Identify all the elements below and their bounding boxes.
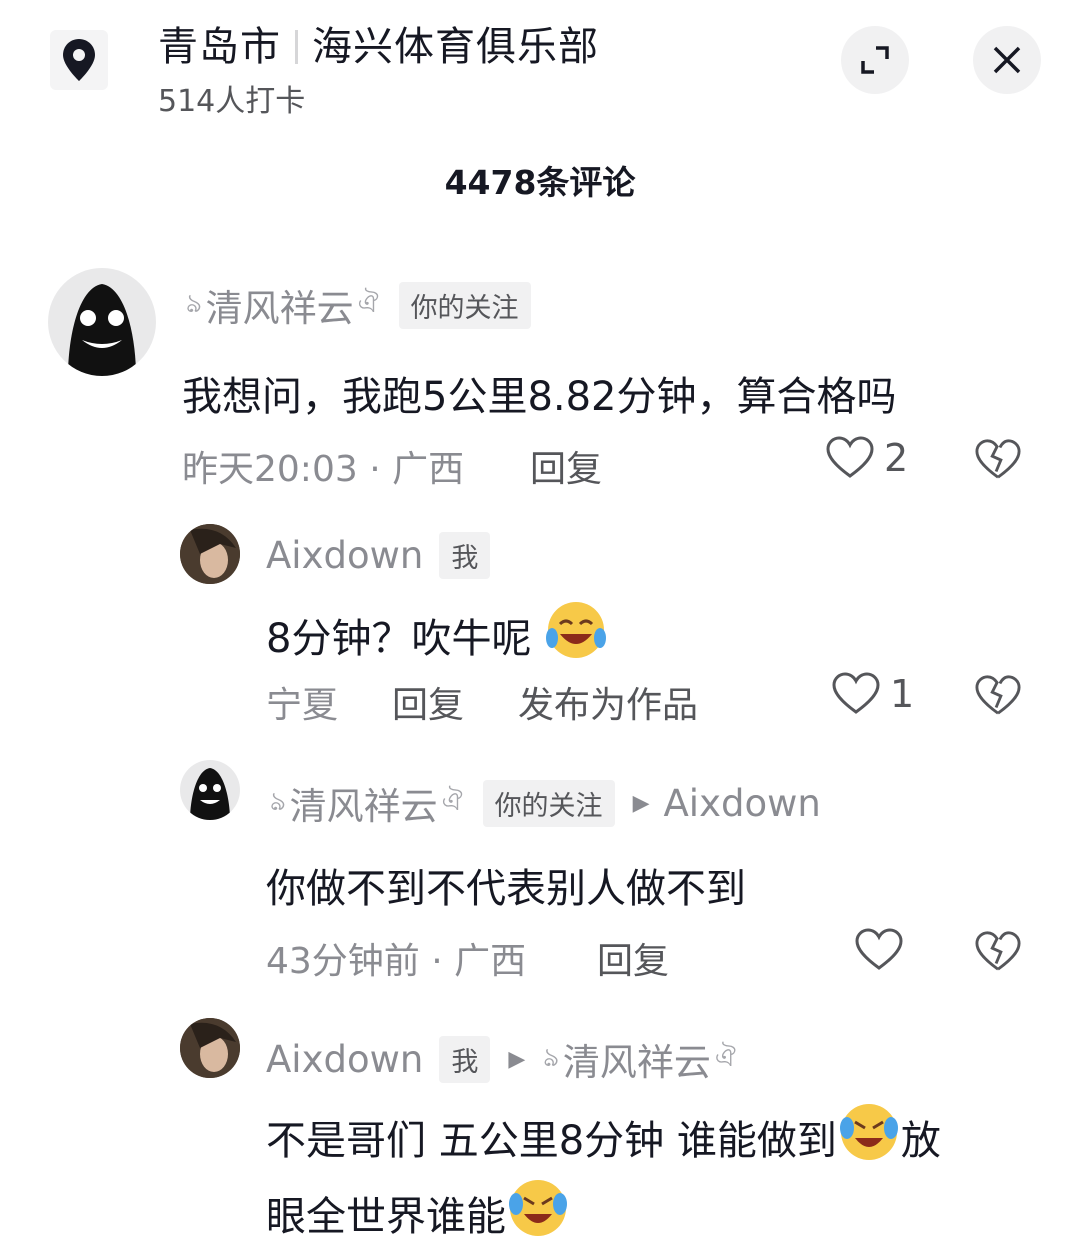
following-tag: 你的关注 (398, 281, 531, 329)
dislike-button[interactable] (975, 438, 1021, 486)
name-decoration-left: ঌ (543, 1043, 559, 1073)
title-divider (295, 30, 298, 64)
comment-username[interactable]: ঌ 清风祥云 ঐ 你的关注 ▶ Aixdown (266, 776, 821, 830)
name-decoration-right: ঐ (714, 1043, 736, 1073)
avatar[interactable] (180, 760, 240, 820)
comment-meta: 43分钟前 · 广西 (266, 941, 527, 982)
me-tag: 我 (439, 532, 491, 579)
comment-username[interactable]: Aixdown 我 ▶ ঌ 清风祥云 ঐ (266, 1032, 740, 1086)
heart-icon (832, 672, 880, 714)
checkin-count: 514人打卡 (158, 84, 306, 119)
place-name: 海兴体育俱乐部 (312, 24, 599, 70)
location-pin-icon (50, 30, 108, 90)
comment-meta: 宁夏 (266, 685, 339, 726)
like-button[interactable]: 2 (826, 436, 908, 480)
avatar[interactable] (48, 268, 156, 376)
comment-username[interactable]: Aixdown 我 (266, 532, 491, 579)
like-button[interactable] (855, 928, 903, 972)
name-decoration-left: ঌ (270, 787, 286, 817)
comment-text-line-2: 眼全世界谁能 (266, 1176, 570, 1242)
city-name: 青岛市 (158, 24, 281, 70)
dislike-button[interactable] (975, 930, 1021, 978)
heart-icon (826, 436, 874, 478)
reply-button[interactable]: 回复 (597, 932, 669, 984)
collapse-button[interactable] (841, 26, 909, 94)
location-title[interactable]: 青岛市 海兴体育俱乐部 (158, 14, 599, 72)
avatar[interactable] (180, 524, 240, 584)
comment-text: 你做不到不代表别人做不到 (266, 866, 746, 912)
tears-of-joy-emoji-icon (546, 602, 607, 658)
avatar[interactable] (180, 1018, 240, 1078)
like-button[interactable]: 1 (832, 672, 914, 716)
broken-heart-icon (975, 675, 1021, 715)
comment-text-line-1: 不是哥们 五公里8分钟 谁能做到放 (266, 1100, 941, 1166)
close-icon (993, 46, 1021, 74)
name-decoration-right: ঐ (441, 787, 463, 817)
dislike-button[interactable] (975, 674, 1021, 722)
publish-as-work-button[interactable]: 发布为作品 (518, 676, 698, 728)
broken-heart-icon (975, 931, 1021, 971)
rofl-emoji-icon (839, 1104, 898, 1160)
comment-text: 我想问，我跑5公里8.82分钟，算合格吗 (182, 374, 897, 420)
reply-button[interactable]: 回复 (392, 676, 464, 728)
like-count: 2 (884, 436, 909, 480)
rofl-emoji-icon (509, 1180, 567, 1236)
reply-to-username[interactable]: Aixdown (663, 782, 820, 825)
reply-button[interactable]: 回复 (530, 440, 602, 492)
name-decoration-left: ঌ (186, 289, 202, 319)
close-button[interactable] (973, 26, 1041, 94)
like-count: 1 (890, 672, 915, 716)
comment-meta: 昨天20:03 · 广西 (182, 449, 465, 490)
heart-icon (855, 928, 903, 970)
comment-username[interactable]: ঌ 清风祥云 ঐ 你的关注 (182, 278, 531, 332)
broken-heart-icon (975, 439, 1021, 479)
comment-text: 8分钟？吹牛呢 (266, 598, 608, 664)
name-decoration-right: ঐ (357, 289, 379, 319)
following-tag: 你的关注 (482, 779, 615, 827)
me-tag: 我 (439, 1035, 491, 1083)
reply-arrow-icon: ▶ (508, 1046, 526, 1072)
collapse-icon (861, 46, 889, 74)
reply-arrow-icon: ▶ (632, 790, 650, 816)
comment-count: 4478条评论 (444, 163, 636, 202)
reply-to-username[interactable]: 清风祥云 (563, 1032, 711, 1086)
